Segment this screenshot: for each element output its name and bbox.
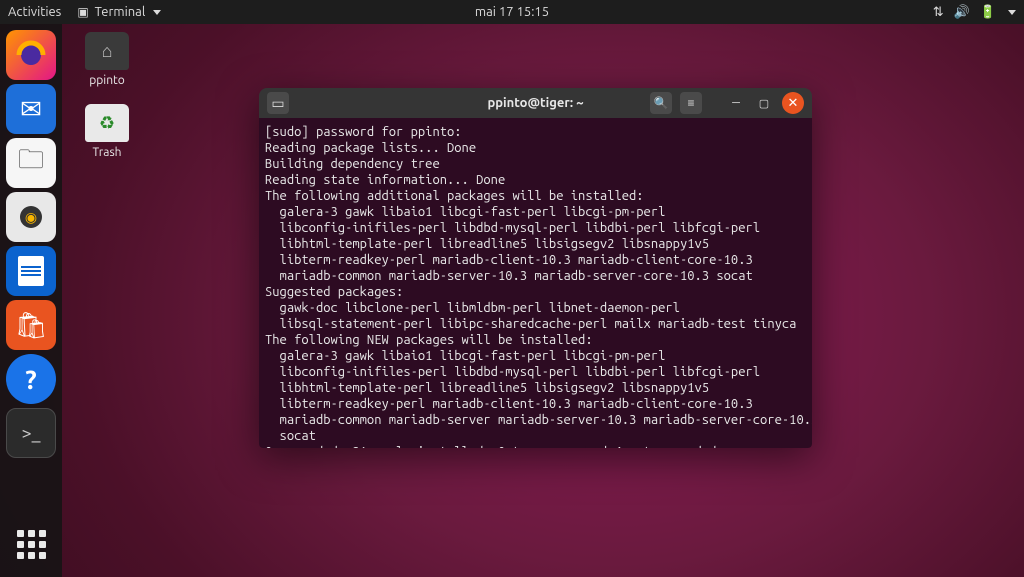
help-icon: ? xyxy=(25,365,36,394)
new-tab-icon: ▭ xyxy=(271,95,284,112)
search-button[interactable]: 🔍 xyxy=(650,92,672,114)
terminal-output[interactable]: [sudo] password for ppinto: Reading pack… xyxy=(259,118,812,448)
desktop-home-folder[interactable]: ⌂ ppinto xyxy=(72,32,142,87)
desktop-icon-label: ppinto xyxy=(72,74,142,87)
document-icon xyxy=(18,256,44,286)
dock-thunderbird[interactable]: ✉ xyxy=(6,84,56,134)
maximize-button[interactable]: ▢ xyxy=(754,93,774,113)
top-panel: Activities ▣ Terminal mai 17 15:15 ⇅ 🔊 🔋 xyxy=(0,0,1024,24)
firefox-icon xyxy=(16,40,46,70)
terminal-titlebar[interactable]: ▭ ppinto@tiger: ~ 🔍 ≡ ─ ▢ ✕ xyxy=(259,88,812,118)
terminal-controls: 🔍 ≡ ─ ▢ ✕ xyxy=(650,92,804,114)
close-icon: ✕ xyxy=(788,96,799,111)
volume-icon: 🔊 xyxy=(954,5,970,20)
desktop-trash[interactable]: ♻ Trash xyxy=(72,104,142,159)
desktop-icon-label: Trash xyxy=(72,146,142,159)
search-icon: 🔍 xyxy=(654,96,669,110)
close-button[interactable]: ✕ xyxy=(782,92,804,114)
maximize-icon: ▢ xyxy=(759,97,769,110)
terminal-title: ppinto@tiger: ~ xyxy=(487,96,583,110)
dock-terminal[interactable]: >_ xyxy=(6,408,56,458)
minimize-button[interactable]: ─ xyxy=(726,93,746,113)
apps-grid-icon xyxy=(17,530,46,559)
dock-files[interactable]: 🗀 xyxy=(6,138,56,188)
new-tab-button[interactable]: ▭ xyxy=(267,92,289,114)
dock-help[interactable]: ? xyxy=(6,354,56,404)
network-icon: ⇅ xyxy=(933,5,944,20)
trash-icon: ♻ xyxy=(85,104,129,142)
dock-libreoffice-writer[interactable] xyxy=(6,246,56,296)
terminal-icon: ▣ xyxy=(77,5,88,19)
minimize-icon: ─ xyxy=(732,97,740,109)
music-icon: ◉ xyxy=(20,206,42,228)
dock-rhythmbox[interactable]: ◉ xyxy=(6,192,56,242)
chevron-down-icon xyxy=(1008,10,1016,15)
thunderbird-icon: ✉ xyxy=(20,94,42,125)
hamburger-icon: ≡ xyxy=(687,96,694,110)
terminal-icon: >_ xyxy=(22,423,41,443)
chevron-down-icon xyxy=(153,10,161,15)
panel-right[interactable]: ⇅ 🔊 🔋 xyxy=(933,5,1016,20)
dock-show-applications[interactable] xyxy=(6,519,56,569)
panel-left: Activities ▣ Terminal xyxy=(8,5,161,19)
activities-button[interactable]: Activities xyxy=(8,5,61,19)
home-folder-icon: ⌂ xyxy=(85,32,129,70)
shopping-bag-icon: 🛍 xyxy=(14,310,47,341)
clock[interactable]: mai 17 15:15 xyxy=(475,5,549,19)
terminal-window: ▭ ppinto@tiger: ~ 🔍 ≡ ─ ▢ ✕ [sudo] passw… xyxy=(259,88,812,448)
dock-ubuntu-software[interactable]: 🛍 xyxy=(6,300,56,350)
active-app-menu[interactable]: ▣ Terminal xyxy=(77,5,161,19)
battery-icon: 🔋 xyxy=(980,5,996,20)
hamburger-menu-button[interactable]: ≡ xyxy=(680,92,702,114)
active-app-label: Terminal xyxy=(95,5,146,19)
files-icon: 🗀 xyxy=(18,141,44,185)
dock: ✉ 🗀 ◉ 🛍 ? >_ xyxy=(0,24,62,577)
dock-firefox[interactable] xyxy=(6,30,56,80)
